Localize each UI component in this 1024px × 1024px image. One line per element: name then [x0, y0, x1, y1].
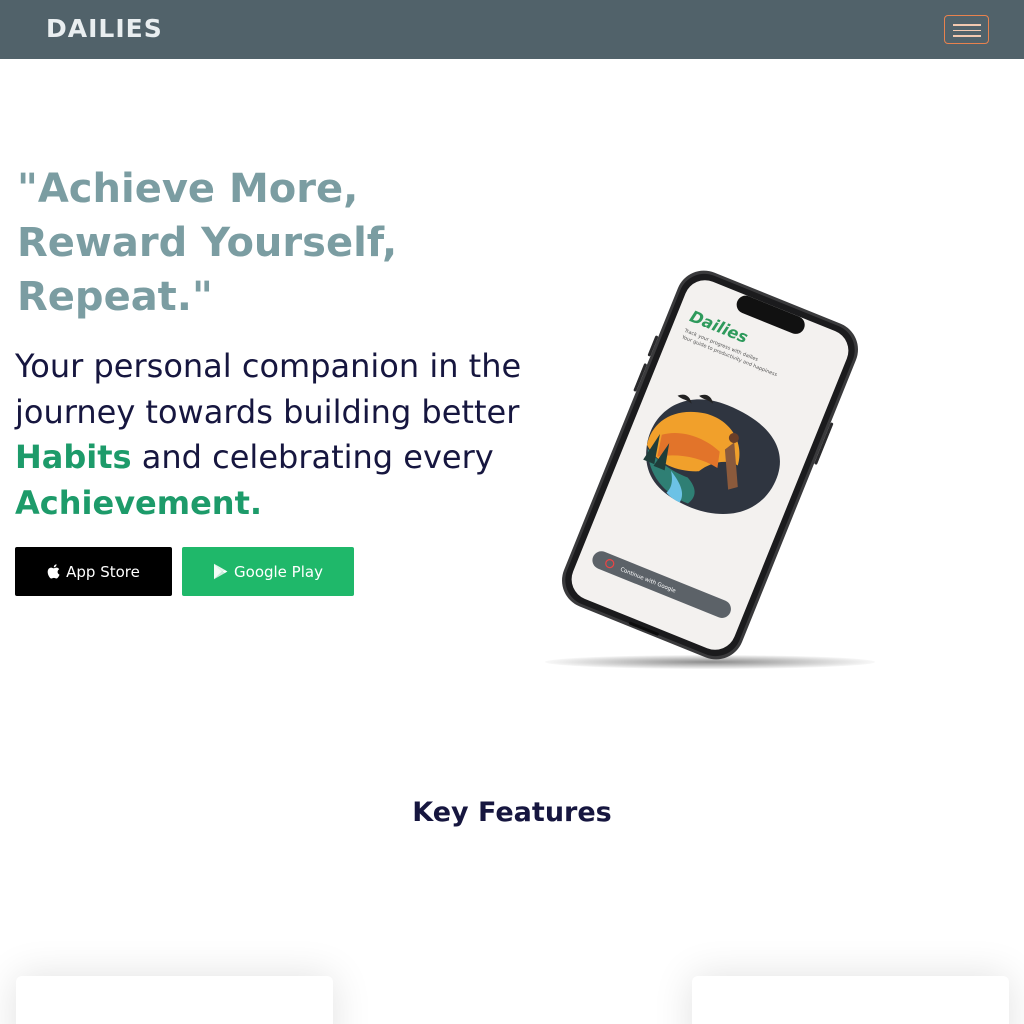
navbar: DAILIES — [0, 0, 1024, 59]
app-store-label: App Store — [66, 562, 140, 581]
google-play-button[interactable]: Google Play — [182, 547, 354, 596]
hero-intro: Your personal companion in the journey t… — [15, 344, 560, 526]
google-play-label: Google Play — [234, 562, 323, 581]
tagline-line: Reward Yourself, — [17, 220, 398, 266]
menu-toggle-button[interactable] — [944, 15, 989, 44]
play-store-icon — [213, 563, 228, 580]
tagline-line: "Achieve More, — [17, 166, 359, 212]
intro-line: Your personal companion in the — [15, 347, 522, 385]
feature-card — [692, 976, 1009, 1024]
intro-line: journey towards building better — [15, 392, 520, 431]
tagline-line: Repeat." — [17, 274, 213, 320]
hamburger-icon — [953, 24, 981, 41]
hero-tagline: "Achieve More, Reward Yourself, Repeat." — [17, 162, 537, 324]
app-store-button[interactable]: App Store — [15, 547, 172, 596]
intro-line: and celebrating every — [131, 438, 494, 476]
intro-achievement: Achievement. — [15, 483, 263, 522]
phone-mockup: Dailies Track your progress with dailies… — [540, 250, 880, 680]
intro-habits: Habits — [15, 438, 132, 476]
key-features-title: Key Features — [412, 797, 612, 828]
brand-logo[interactable]: DAILIES — [46, 14, 163, 43]
apple-icon — [47, 564, 60, 579]
feature-card — [16, 976, 333, 1024]
